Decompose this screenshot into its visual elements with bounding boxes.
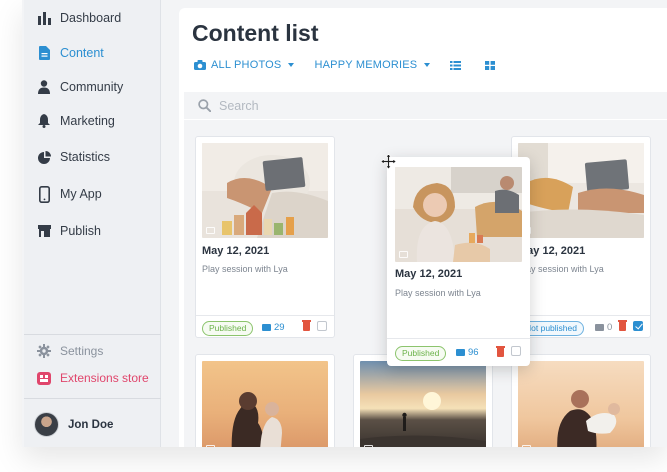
app-window: Dashboard Content Community Marketing St… bbox=[0, 0, 667, 472]
card-divider bbox=[512, 315, 650, 316]
status-badge[interactable]: Published bbox=[202, 321, 254, 336]
content-card[interactable] bbox=[511, 354, 651, 447]
image-icon bbox=[522, 445, 531, 447]
sidebar-item-publish[interactable]: Publish bbox=[37, 220, 101, 242]
card-divider bbox=[387, 338, 530, 339]
card-date: May 12, 2021 bbox=[202, 245, 270, 257]
image-icon bbox=[399, 251, 408, 258]
comment-icon bbox=[262, 324, 271, 331]
all-photos-label: ALL PHOTOS bbox=[211, 59, 282, 71]
chevron-down-icon bbox=[424, 63, 431, 67]
all-photos-dropdown[interactable]: ALL PHOTOS bbox=[194, 59, 295, 71]
image-icon bbox=[206, 227, 215, 234]
move-cursor-icon bbox=[380, 153, 397, 174]
document-icon bbox=[37, 45, 51, 61]
sidebar-item-my-app[interactable]: My App bbox=[37, 183, 102, 205]
camera-icon bbox=[194, 60, 206, 70]
sidebar-item-label: Statistics bbox=[60, 150, 111, 164]
sidebar-item-label: My App bbox=[60, 187, 102, 201]
search-placeholder: Search bbox=[219, 98, 259, 113]
card-description: Play session with Lya bbox=[395, 288, 481, 298]
content-card[interactable] bbox=[195, 354, 335, 447]
card-description: Play session with Lya bbox=[518, 264, 604, 274]
user-profile[interactable]: Jon Doe bbox=[34, 412, 113, 437]
sidebar-item-marketing[interactable]: Marketing bbox=[37, 110, 115, 132]
content-card[interactable] bbox=[353, 354, 493, 447]
delete-icon[interactable] bbox=[618, 320, 627, 331]
list-view-icon bbox=[450, 60, 462, 70]
pie-chart-icon bbox=[37, 149, 51, 165]
card-date: May 12, 2021 bbox=[395, 268, 463, 280]
sidebar-divider bbox=[24, 334, 161, 335]
card-divider bbox=[196, 315, 334, 316]
delete-icon[interactable] bbox=[496, 346, 505, 357]
sidebar-item-community[interactable]: Community bbox=[37, 76, 123, 98]
comment-count-value: 96 bbox=[468, 347, 479, 358]
image-icon bbox=[364, 445, 373, 447]
sidebar-item-label: Community bbox=[60, 80, 124, 94]
chevron-down-icon bbox=[288, 63, 295, 67]
list-view-button[interactable] bbox=[450, 60, 462, 70]
dragged-content-card[interactable]: May 12, 2021 Play session with Lya Publi… bbox=[387, 157, 530, 366]
delete-icon[interactable] bbox=[302, 320, 311, 331]
select-checkbox[interactable] bbox=[317, 321, 327, 331]
card-description: Play session with Lya bbox=[202, 264, 288, 274]
card-photo[interactable] bbox=[360, 361, 486, 447]
storefront-icon bbox=[37, 223, 51, 239]
select-checkbox[interactable] bbox=[633, 321, 643, 331]
grid-view-button[interactable] bbox=[485, 60, 496, 70]
comment-count[interactable]: 0 bbox=[595, 322, 612, 333]
card-photo[interactable] bbox=[518, 361, 644, 447]
select-checkbox[interactable] bbox=[511, 346, 521, 356]
image-icon bbox=[206, 445, 215, 447]
sidebar-item-label: Marketing bbox=[60, 114, 115, 128]
comment-icon bbox=[595, 324, 604, 331]
user-name: Jon Doe bbox=[68, 418, 114, 431]
content-card[interactable]: May 12, 2021 Play session with Lya Publi… bbox=[195, 136, 335, 338]
person-icon bbox=[37, 79, 51, 95]
settings-link[interactable]: Settings bbox=[37, 344, 103, 358]
extensions-label: Extensions store bbox=[60, 371, 149, 385]
search-bar[interactable]: Search bbox=[184, 92, 667, 119]
album-dropdown[interactable]: HAPPY MEMORIES bbox=[314, 59, 431, 71]
card-photo[interactable] bbox=[518, 143, 644, 238]
sidebar-item-label: Content bbox=[60, 46, 104, 60]
comment-icon bbox=[456, 349, 465, 356]
phone-icon bbox=[37, 185, 51, 203]
sidebar-item-label: Publish bbox=[60, 224, 101, 238]
page-title: Content list bbox=[192, 20, 319, 46]
card-photo[interactable] bbox=[395, 167, 522, 262]
sidebar-item-dashboard[interactable]: Dashboard bbox=[37, 7, 121, 29]
search-icon bbox=[198, 99, 211, 112]
sidebar-divider bbox=[24, 398, 161, 399]
avatar bbox=[34, 412, 59, 437]
status-badge[interactable]: Published bbox=[395, 346, 447, 361]
extensions-store-link[interactable]: Extensions store bbox=[37, 371, 149, 385]
sidebar-item-label: Dashboard bbox=[60, 11, 122, 25]
content-card[interactable]: May 12, 2021 Play session with Lya Not p… bbox=[511, 136, 651, 338]
album-label: HAPPY MEMORIES bbox=[314, 59, 418, 71]
comment-count[interactable]: 29 bbox=[262, 322, 285, 333]
extensions-icon bbox=[37, 371, 51, 385]
card-photo[interactable] bbox=[202, 361, 328, 447]
sidebar: Dashboard Content Community Marketing St… bbox=[24, 0, 161, 447]
comment-count-value: 0 bbox=[607, 322, 613, 333]
bar-chart-icon bbox=[37, 10, 51, 26]
gear-icon bbox=[37, 344, 51, 358]
comment-count-value: 29 bbox=[274, 322, 285, 333]
grid-view-icon bbox=[485, 60, 496, 70]
card-photo[interactable] bbox=[202, 143, 328, 238]
sidebar-item-content[interactable]: Content bbox=[37, 42, 104, 64]
comment-count[interactable]: 96 bbox=[456, 347, 479, 358]
bell-icon bbox=[37, 113, 51, 129]
settings-label: Settings bbox=[60, 344, 104, 358]
sidebar-item-statistics[interactable]: Statistics bbox=[37, 146, 110, 168]
toolbar: ALL PHOTOS HAPPY MEMORIES bbox=[194, 59, 515, 71]
